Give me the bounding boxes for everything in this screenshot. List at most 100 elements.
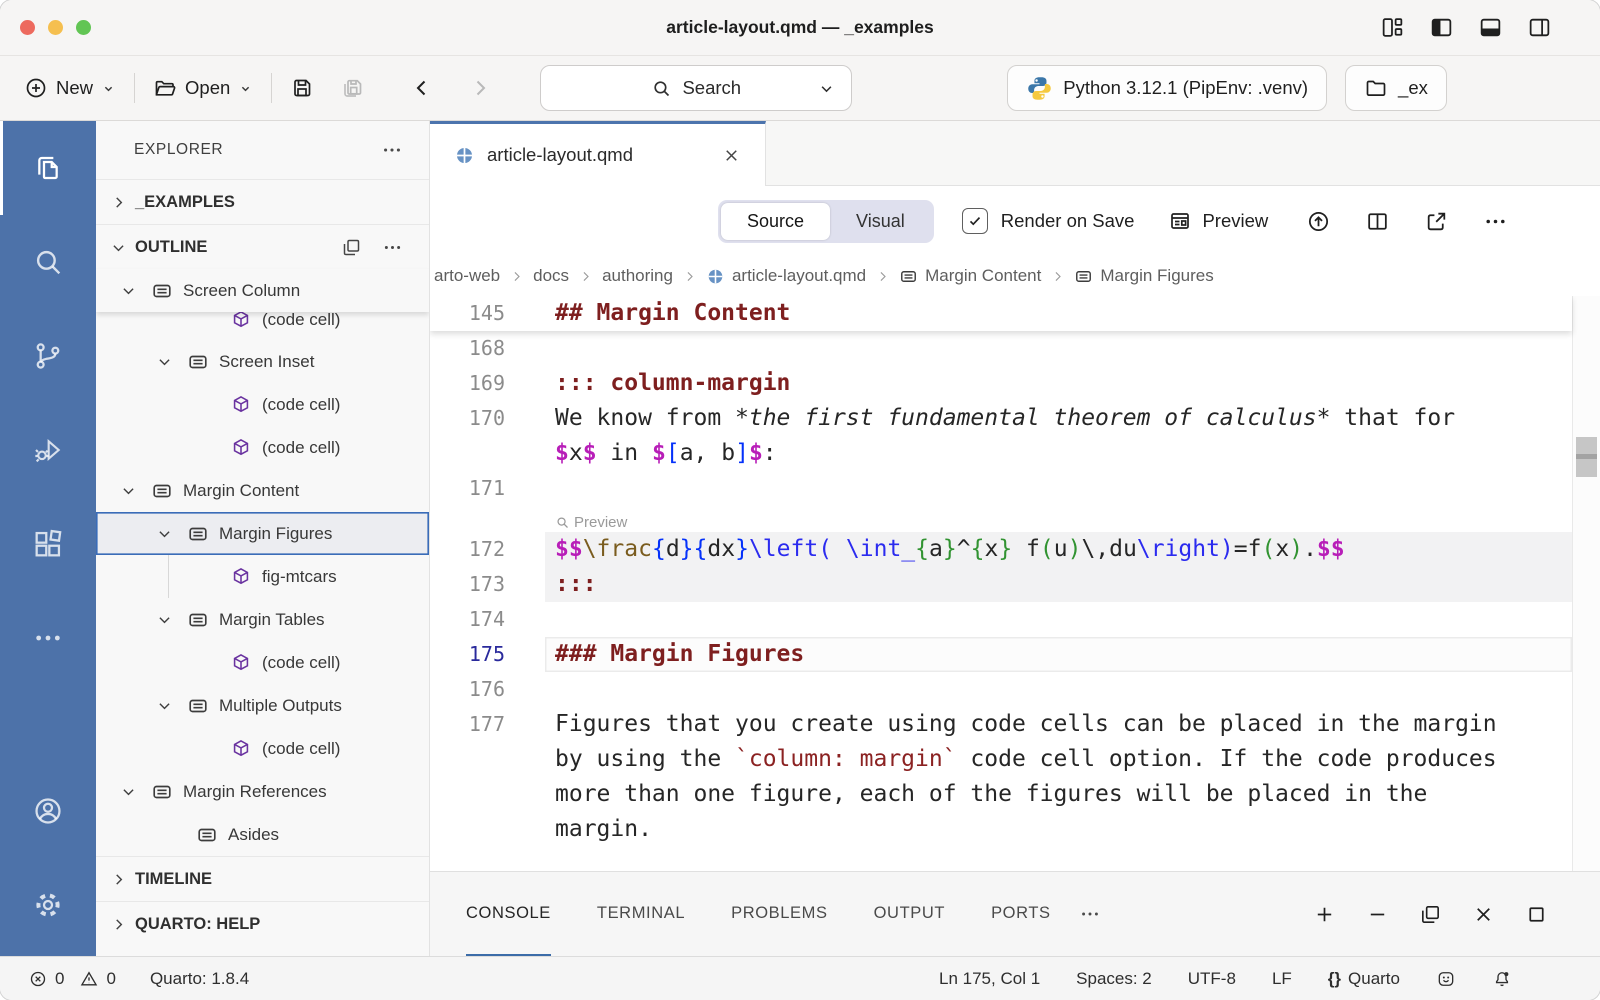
- breadcrumb-item-arto-web[interactable]: arto-web: [434, 266, 500, 286]
- code-line-wrap[interactable]: by using the `column: margin` code cell …: [430, 742, 1572, 777]
- split-panel-icon[interactable]: [1419, 903, 1442, 926]
- language-mode-indicator[interactable]: {} Quarto: [1328, 969, 1400, 989]
- cursor-position-indicator[interactable]: Ln 175, Col 1: [939, 969, 1040, 989]
- feedback-smiley-icon[interactable]: [1436, 969, 1456, 989]
- outline-item-code-cell[interactable]: (code cell): [96, 641, 429, 684]
- code-lens-preview[interactable]: Preview: [555, 514, 627, 531]
- zoom-window-button[interactable]: [76, 20, 91, 35]
- panel-more-tabs-icon[interactable]: [1079, 903, 1101, 925]
- sidebar-section-outline[interactable]: OUTLINE: [96, 224, 429, 269]
- save-button[interactable]: [290, 76, 314, 100]
- customize-layout-icon[interactable]: [1380, 15, 1405, 40]
- activity-source-control-icon[interactable]: [0, 309, 96, 403]
- editor-more-actions-icon[interactable]: [1483, 209, 1508, 234]
- activity-explorer-icon[interactable]: [0, 121, 96, 215]
- workspace-selector[interactable]: _ex: [1345, 65, 1447, 111]
- render-publish-icon[interactable]: [1306, 209, 1331, 234]
- problems-indicator[interactable]: 0 0: [28, 969, 116, 989]
- close-tab-icon[interactable]: [722, 146, 741, 165]
- code-line-177[interactable]: 177Figures that you create using code ce…: [430, 707, 1572, 742]
- breadcrumb-item-article-layout-qmd[interactable]: article-layout.qmd: [706, 266, 866, 286]
- code-line-176[interactable]: 176: [430, 672, 1572, 707]
- activity-settings-icon[interactable]: [0, 858, 96, 952]
- code-line-171[interactable]: 171: [430, 471, 1572, 506]
- outline-item-multiple-outputs[interactable]: Multiple Outputs: [96, 684, 429, 727]
- open-file-button[interactable]: Open: [153, 76, 253, 100]
- outline-item-margin-references[interactable]: Margin References: [96, 770, 429, 813]
- sidebar-section-examples[interactable]: _EXAMPLES: [96, 179, 429, 224]
- outline-item-margin-content[interactable]: Margin Content: [96, 469, 429, 512]
- sidebar-section-timeline[interactable]: TIMELINE: [96, 856, 429, 901]
- code-editor[interactable]: 145## Margin Content168169::: column-mar…: [430, 296, 1600, 871]
- toggle-primary-sidebar-icon[interactable]: [1429, 15, 1454, 40]
- outline-item-margin-tables[interactable]: Margin Tables: [96, 598, 429, 641]
- code-line-174[interactable]: 174: [430, 602, 1572, 637]
- close-window-button[interactable]: [20, 20, 35, 35]
- collapse-all-icon[interactable]: [341, 237, 362, 258]
- activity-more-icon[interactable]: [0, 591, 96, 685]
- eol-indicator[interactable]: LF: [1272, 969, 1292, 989]
- activity-account-icon[interactable]: [0, 764, 96, 858]
- render-on-save-toggle[interactable]: Render on Save: [962, 208, 1135, 234]
- activity-search-icon[interactable]: [0, 215, 96, 309]
- breadcrumb-item-margin-figures[interactable]: Margin Figures: [1074, 266, 1213, 286]
- quarto-version-indicator[interactable]: Quarto: 1.8.4: [150, 969, 249, 989]
- breadcrumb-item-margin-content[interactable]: Margin Content: [899, 266, 1041, 286]
- save-all-button[interactable]: [340, 76, 364, 100]
- code-line-145[interactable]: 145## Margin Content: [430, 296, 1572, 331]
- activity-run-debug-icon[interactable]: [0, 403, 96, 497]
- encoding-indicator[interactable]: UTF-8: [1188, 969, 1236, 989]
- indentation-indicator[interactable]: Spaces: 2: [1076, 969, 1152, 989]
- toggle-secondary-sidebar-icon[interactable]: [1527, 15, 1552, 40]
- preview-button[interactable]: Preview: [1168, 209, 1268, 233]
- explorer-more-actions-icon[interactable]: [381, 139, 403, 161]
- outline-item-screen-inset[interactable]: Screen Inset: [96, 340, 429, 383]
- outline-item-code-cell[interactable]: (code cell): [96, 312, 429, 340]
- panel-tab-problems[interactable]: PROBLEMS: [731, 872, 828, 956]
- source-mode-button[interactable]: Source: [721, 203, 830, 240]
- code-line-170[interactable]: 170We know from *the first fundamental t…: [430, 401, 1572, 436]
- minimize-window-button[interactable]: [48, 20, 63, 35]
- scrollbar-thumb[interactable]: [1576, 437, 1597, 477]
- code-line-wrap[interactable]: more than one figure, each of the figure…: [430, 777, 1572, 812]
- sidebar-section-quarto-help[interactable]: QUARTO: HELP: [96, 901, 429, 946]
- outline-item-margin-figures[interactable]: Margin Figures: [96, 512, 429, 555]
- tab-article-layout[interactable]: article-layout.qmd: [430, 121, 766, 186]
- toggle-panel-icon[interactable]: [1478, 15, 1503, 40]
- code-line-172[interactable]: 172$$\frac{d}{dx}\left( \int_{a}^{x} f(u…: [430, 532, 1572, 567]
- panel-tab-ports[interactable]: PORTS: [991, 872, 1051, 956]
- outline-item-code-cell[interactable]: (code cell): [96, 383, 429, 426]
- outline-item-code-cell[interactable]: (code cell): [96, 426, 429, 469]
- code-line-173[interactable]: 173:::: [430, 567, 1572, 602]
- outline-item-fig-mtcars[interactable]: fig-mtcars: [96, 555, 429, 598]
- close-panel-icon[interactable]: [1472, 903, 1495, 926]
- outline-item-screen-column[interactable]: Screen Column: [96, 269, 429, 312]
- notifications-bell-icon[interactable]: [1492, 969, 1512, 989]
- outline-more-actions-icon[interactable]: [382, 237, 403, 258]
- navigate-forward-button[interactable]: [468, 76, 492, 100]
- outline-item-code-cell[interactable]: (code cell): [96, 727, 429, 770]
- outline-item-asides[interactable]: Asides: [96, 813, 429, 856]
- code-line-169[interactable]: 169::: column-margin: [430, 366, 1572, 401]
- navigate-back-button[interactable]: [410, 76, 434, 100]
- code-line-wrap[interactable]: margin.: [430, 812, 1572, 847]
- code-line-wrap[interactable]: $x$ in $[a, b]$:: [430, 436, 1572, 471]
- new-terminal-icon[interactable]: [1313, 903, 1336, 926]
- panel-tab-console[interactable]: CONSOLE: [466, 872, 551, 956]
- search-input[interactable]: Search: [540, 65, 852, 111]
- minimize-panel-icon[interactable]: [1366, 903, 1389, 926]
- code-line-168[interactable]: 168: [430, 331, 1572, 366]
- python-interpreter-selector[interactable]: Python 3.12.1 (PipEnv: .venv): [1007, 65, 1327, 111]
- open-external-icon[interactable]: [1424, 209, 1449, 234]
- panel-tab-output[interactable]: OUTPUT: [874, 872, 945, 956]
- activity-extensions-icon[interactable]: [0, 497, 96, 591]
- breadcrumb-item-docs[interactable]: docs: [533, 266, 569, 286]
- panel-tab-terminal[interactable]: TERMINAL: [597, 872, 685, 956]
- new-file-button[interactable]: New: [24, 76, 116, 100]
- code-line-175[interactable]: 175### Margin Figures: [430, 637, 1572, 672]
- visual-mode-button[interactable]: Visual: [830, 203, 931, 240]
- breadcrumb-item-authoring[interactable]: authoring: [602, 266, 673, 286]
- maximize-panel-icon[interactable]: [1525, 903, 1548, 926]
- split-editor-icon[interactable]: [1365, 209, 1390, 234]
- code-lens-row[interactable]: Preview: [430, 506, 1572, 532]
